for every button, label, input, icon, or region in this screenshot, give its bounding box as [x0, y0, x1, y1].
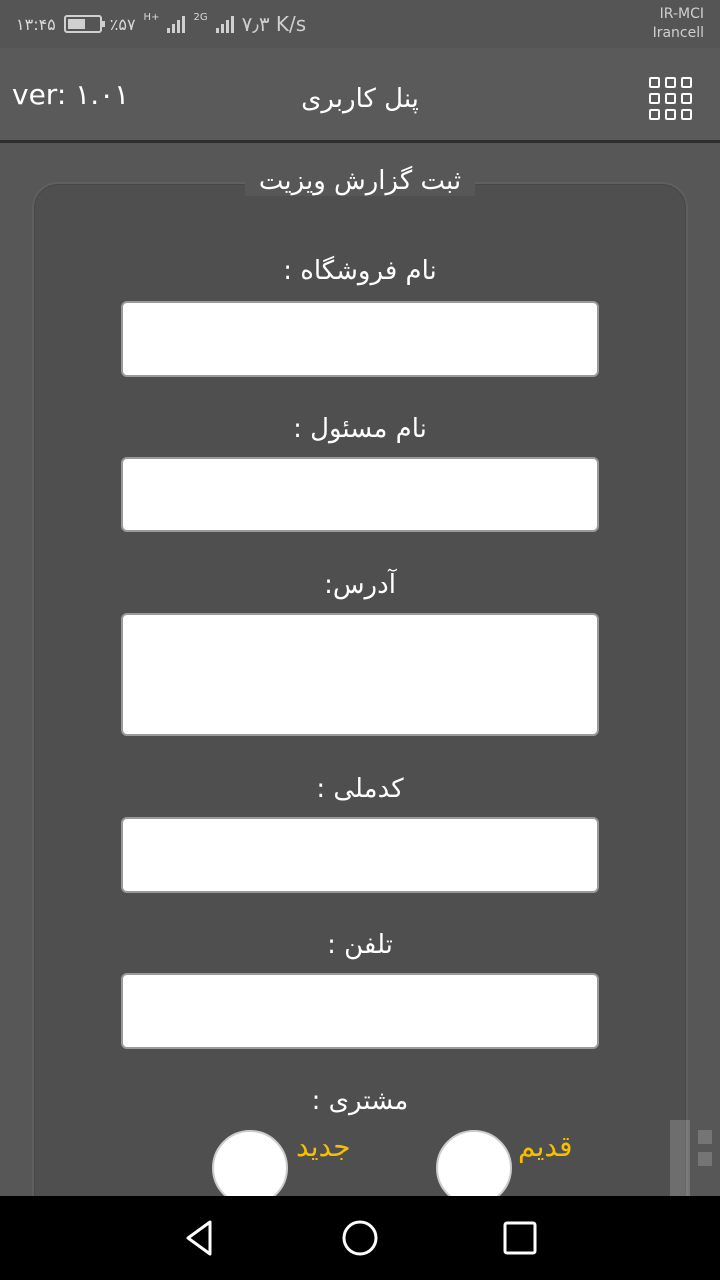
national-code-input[interactable]	[121, 817, 599, 893]
back-triangle-icon[interactable]	[180, 1218, 220, 1258]
address-textarea[interactable]	[121, 613, 599, 736]
manager-name-input[interactable]	[121, 457, 599, 532]
radio-old-label[interactable]: قدیم	[518, 1130, 573, 1163]
radio-new-label[interactable]: جدید	[296, 1130, 351, 1163]
radio-new-customer[interactable]	[212, 1130, 288, 1206]
battery-icon	[63, 15, 105, 33]
phone-label: تلفن :	[327, 930, 393, 960]
main-content: ثبت گزارش ویزیت نام فروشگاه : نام مسئول …	[0, 146, 720, 1280]
fieldset-title: ثبت گزارش ویزیت	[244, 166, 476, 196]
status-time: ۱۳:۴۵	[16, 14, 56, 34]
signal-icon-1	[167, 15, 186, 33]
carrier-1: IR-MCI	[659, 6, 704, 22]
app-header: ver: ۱.۰۱ پنل کاربری	[0, 48, 720, 143]
page-title: پنل کاربری	[301, 84, 419, 114]
phone-input[interactable]	[121, 973, 599, 1049]
signal-icon-2	[215, 15, 234, 33]
fieldset-legend: ثبت گزارش ویزیت	[0, 166, 720, 196]
battery-fill	[67, 19, 85, 29]
home-circle-icon[interactable]	[340, 1218, 380, 1258]
grid-menu-icon[interactable]	[649, 77, 692, 120]
radio-old-customer[interactable]	[436, 1130, 512, 1206]
status-bar: ۱۳:۴۵ ٪۵۷ H+ 2G ۷٫۳ K/s IR-MCI Irancell	[0, 0, 720, 48]
carrier-info: IR-MCI Irancell	[653, 5, 704, 43]
network-type-2: 2G	[193, 12, 208, 23]
network-speed: ۷٫۳ K/s	[241, 12, 307, 36]
status-left: ۱۳:۴۵ ٪۵۷ H+ 2G ۷٫۳ K/s	[16, 12, 306, 36]
recents-square-icon[interactable]	[500, 1218, 540, 1258]
national-code-label: کدملی :	[316, 774, 404, 804]
manager-name-label: نام مسئول :	[293, 414, 427, 444]
store-name-label: نام فروشگاه :	[283, 256, 437, 286]
address-label: آدرس:	[324, 570, 396, 600]
battery-percent: ٪۵۷	[109, 14, 136, 34]
network-type-1: H+	[143, 12, 160, 23]
carrier-2: Irancell	[652, 25, 704, 41]
store-name-input[interactable]	[121, 301, 599, 377]
system-nav-bar	[0, 1196, 720, 1280]
